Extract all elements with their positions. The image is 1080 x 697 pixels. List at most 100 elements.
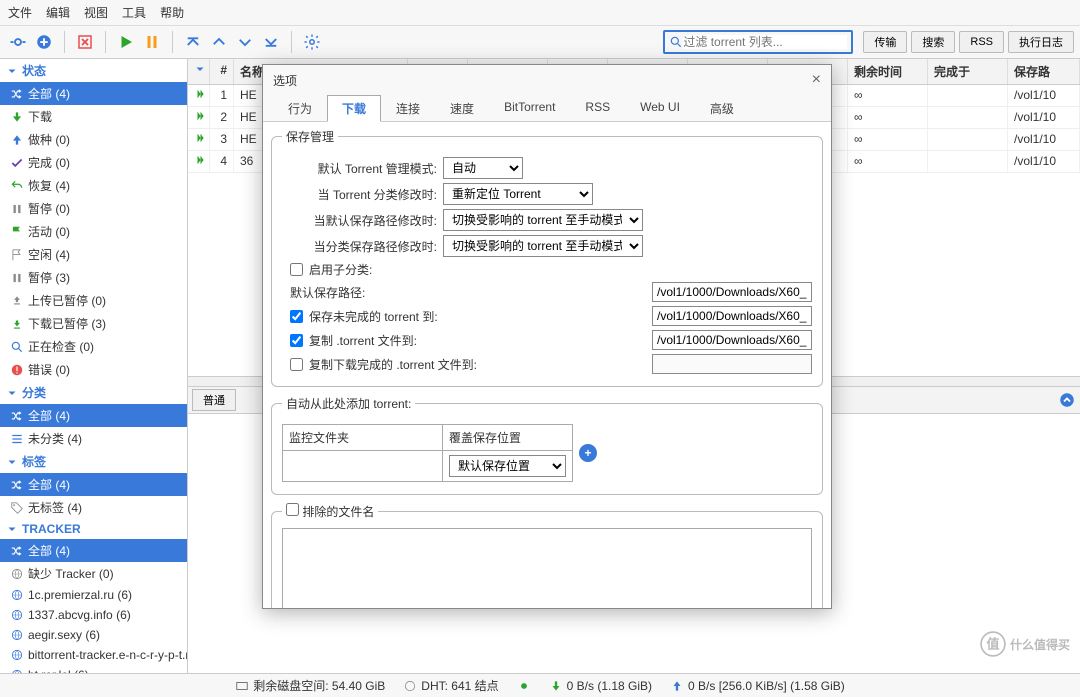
- dialog-tab-5[interactable]: RSS: [570, 95, 625, 121]
- column-header[interactable]: 完成于: [928, 59, 1008, 84]
- dialog-tab-7[interactable]: 高级: [695, 95, 749, 121]
- fieldset-save-management: 保存管理 默认 Torrent 管理模式:自动 当 Torrent 分类修改时:…: [271, 128, 823, 387]
- tab-search[interactable]: 搜索: [911, 31, 955, 53]
- detail-collapse-icon[interactable]: [1058, 391, 1076, 409]
- sb-conn-icon[interactable]: [517, 679, 531, 693]
- dialog-tab-2[interactable]: 连接: [381, 95, 435, 121]
- checkbox-exclude[interactable]: [286, 503, 299, 516]
- input-watch-folder[interactable]: [289, 459, 436, 473]
- checkbox-subcategory[interactable]: [290, 263, 303, 276]
- close-icon[interactable]: ×: [812, 71, 821, 89]
- sidebar-item-status-2[interactable]: 做种 (0): [0, 128, 187, 151]
- dialog-tab-6[interactable]: Web UI: [625, 95, 695, 121]
- input-copy-done[interactable]: [652, 354, 812, 374]
- menu-edit[interactable]: 编辑: [46, 4, 70, 21]
- sidebar-item-status-7[interactable]: 空闲 (4): [0, 243, 187, 266]
- sidebar-item-status-10[interactable]: 下载已暂停 (3): [0, 312, 187, 335]
- sidebar-item-tracker-1[interactable]: 缺少 Tracker (0): [0, 562, 187, 585]
- select-mgmt-mode[interactable]: 自动: [443, 157, 523, 179]
- checkbox-incomplete-path[interactable]: [290, 310, 303, 323]
- sidebar-item-tracker-2[interactable]: 1c.premierzal.ru (6): [0, 585, 187, 605]
- move-top-icon[interactable]: [181, 30, 205, 54]
- dialog-tab-4[interactable]: BitTorrent: [489, 95, 570, 121]
- sidebar-item-category-0[interactable]: 全部 (4): [0, 404, 187, 427]
- sidebar-item-status-8[interactable]: 暂停 (3): [0, 266, 187, 289]
- input-incomplete-path[interactable]: [652, 306, 812, 326]
- remove-icon[interactable]: [73, 30, 97, 54]
- sidebar-item-tag-0[interactable]: 全部 (4): [0, 473, 187, 496]
- search-input[interactable]: [683, 35, 847, 49]
- select-category-path-change[interactable]: 切换受影响的 torrent 至手动模式: [443, 235, 643, 257]
- sidebar-item-status-11[interactable]: 正在检查 (0): [0, 335, 187, 358]
- sidebar-item-status-9[interactable]: 上传已暂停 (0): [0, 289, 187, 312]
- sidebar-item-tracker-6[interactable]: bt.rer.lol (6): [0, 665, 187, 673]
- settings-icon[interactable]: [300, 30, 324, 54]
- sidebar-item-tracker-5[interactable]: bittorrent-tracker.e-n-c-r-y-p-t.net (6): [0, 645, 187, 665]
- sidebar-item-status-12[interactable]: 错误 (0): [0, 358, 187, 381]
- up-arrow-icon: [10, 133, 24, 147]
- checkbox-copy-done[interactable]: [290, 358, 303, 371]
- dialog-tab-3[interactable]: 速度: [435, 95, 489, 121]
- separator: [172, 31, 173, 53]
- tab-rss[interactable]: RSS: [959, 31, 1004, 53]
- play-icon[interactable]: [114, 30, 138, 54]
- menu-tools[interactable]: 工具: [122, 4, 146, 21]
- select-override-location[interactable]: 默认保存位置: [449, 455, 566, 477]
- error-icon: [10, 363, 24, 377]
- dialog-tabs: 行为下载连接速度BitTorrentRSSWeb UI高级: [263, 95, 831, 122]
- side-section-tag[interactable]: 标签: [0, 450, 187, 473]
- column-header[interactable]: 保存路: [1008, 59, 1080, 84]
- sidebar-item-category-1[interactable]: 未分类 (4): [0, 427, 187, 450]
- input-default-path[interactable]: [652, 282, 812, 302]
- dialog-tab-0[interactable]: 行为: [273, 95, 327, 121]
- menu-help[interactable]: 帮助: [160, 4, 184, 21]
- sidebar-item-status-3[interactable]: 完成 (0): [0, 151, 187, 174]
- input-copy-torrent[interactable]: [652, 330, 812, 350]
- dialog-titlebar[interactable]: 选项 ×: [263, 65, 831, 95]
- select-default-path-change[interactable]: 切换受影响的 torrent 至手动模式: [443, 209, 643, 231]
- menu-file[interactable]: 文件: [8, 4, 32, 21]
- sidebar-item-status-4[interactable]: 恢复 (4): [0, 174, 187, 197]
- textarea-exclude[interactable]: [282, 528, 812, 608]
- dialog-tab-1[interactable]: 下载: [327, 95, 381, 122]
- side-section-tracker[interactable]: TRACKER: [0, 519, 187, 539]
- column-header[interactable]: [188, 59, 210, 84]
- down-stop-icon: [10, 317, 24, 331]
- column-header[interactable]: 剩余时间: [848, 59, 928, 84]
- sb-ul[interactable]: 0 B/s [256.0 KiB/s] (1.58 GiB): [670, 679, 845, 693]
- sidebar-item-status-6[interactable]: 活动 (0): [0, 220, 187, 243]
- row-num: 4: [210, 151, 234, 172]
- sidebar-item-tracker-3[interactable]: 1337.abcvg.info (6): [0, 605, 187, 625]
- move-up-icon[interactable]: [207, 30, 231, 54]
- sidebar-item-label: 空闲 (4): [28, 246, 70, 263]
- move-bottom-icon[interactable]: [259, 30, 283, 54]
- detail-tab-general[interactable]: 普通: [192, 389, 236, 411]
- sidebar-item-tracker-0[interactable]: 全部 (4): [0, 539, 187, 562]
- pause-icon: [10, 202, 24, 216]
- sidebar-item-status-0[interactable]: 全部 (4): [0, 82, 187, 105]
- sidebar-item-label: 做种 (0): [28, 131, 70, 148]
- sidebar-item-label: 正在检查 (0): [28, 338, 94, 355]
- sidebar-item-status-5[interactable]: 暂停 (0): [0, 197, 187, 220]
- search-box[interactable]: [663, 30, 853, 54]
- tab-log[interactable]: 执行日志: [1008, 31, 1074, 53]
- sidebar-item-status-1[interactable]: 下载: [0, 105, 187, 128]
- side-section-status[interactable]: 状态: [0, 59, 187, 82]
- column-header[interactable]: #: [210, 59, 234, 84]
- checkbox-copy-torrent[interactable]: [290, 334, 303, 347]
- add-link-icon[interactable]: [6, 30, 30, 54]
- select-category-change[interactable]: 重新定位 Torrent: [443, 183, 593, 205]
- add-torrent-icon[interactable]: [32, 30, 56, 54]
- flag-icon: [10, 225, 24, 239]
- sidebar-item-tag-1[interactable]: 无标签 (4): [0, 496, 187, 519]
- row-num: 1: [210, 85, 234, 106]
- move-down-icon[interactable]: [233, 30, 257, 54]
- pause-icon[interactable]: [140, 30, 164, 54]
- sidebar-item-tracker-4[interactable]: aegir.sexy (6): [0, 625, 187, 645]
- menu-view[interactable]: 视图: [84, 4, 108, 21]
- tab-transfer[interactable]: 传输: [863, 31, 907, 53]
- side-section-category[interactable]: 分类: [0, 381, 187, 404]
- fieldset-auto-add: 自动从此处添加 torrent: 监控文件夹覆盖保存位置 默认保存位置 +: [271, 395, 823, 495]
- sb-dl[interactable]: 0 B/s (1.18 GiB): [549, 679, 652, 693]
- add-watch-folder-button[interactable]: +: [579, 444, 597, 462]
